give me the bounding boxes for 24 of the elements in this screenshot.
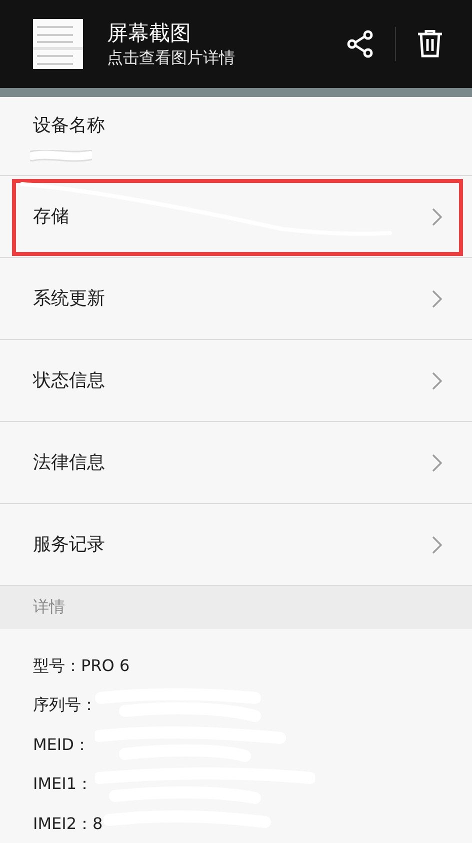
chevron-icon — [432, 454, 442, 472]
detail-text: 序列号： — [33, 694, 98, 716]
menu-item[interactable]: 存储 — [33, 203, 432, 230]
detail-text: IMEI1： — [33, 773, 94, 795]
redaction-mark — [30, 150, 92, 162]
notification-subtitle: 点击查看图片详情 — [107, 47, 236, 69]
menu-item[interactable]: 系统更新 — [33, 285, 432, 312]
chevron-icon — [432, 208, 442, 226]
notification-banner[interactable]: 屏幕截图 点击查看图片详情 — [0, 0, 472, 88]
menu-item[interactable]: 状态信息 — [33, 367, 432, 394]
delete-icon[interactable] — [418, 30, 442, 58]
menu-item[interactable]: 法律信息 — [33, 449, 432, 476]
chevron-icon — [432, 290, 442, 308]
detail-text: MEID： — [33, 734, 91, 756]
chevron-icon — [432, 372, 442, 390]
section-header: 详情 — [0, 586, 472, 628]
menu-item[interactable]: 服务记录 — [33, 531, 432, 558]
chevron-icon — [432, 536, 442, 554]
notification-title: 屏幕截图 — [107, 20, 192, 47]
screenshot-thumbnail-icon — [33, 19, 83, 69]
detail-text: IMEI2：8 — [33, 812, 104, 834]
device-name-label: 设备名称 — [33, 115, 105, 136]
share-icon[interactable] — [347, 30, 373, 58]
detail-text: 型号：PRO 6 — [33, 654, 131, 676]
